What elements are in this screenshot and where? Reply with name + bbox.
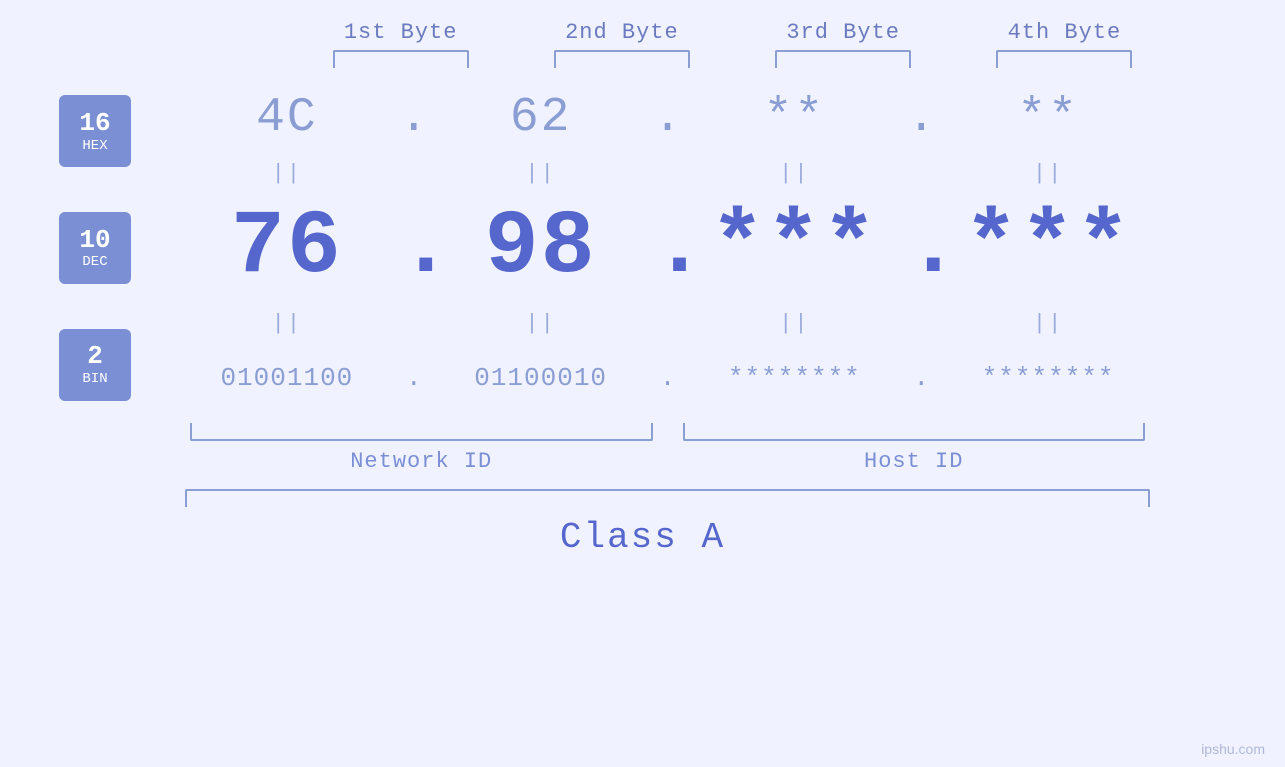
bracket-byte4 <box>974 50 1155 68</box>
hex-dec-separator: || || || || <box>180 158 1155 188</box>
class-label-row: Class A <box>0 517 1285 558</box>
dec-badge-number: 10 <box>79 226 110 255</box>
byte4-header: 4th Byte <box>974 20 1155 45</box>
dec-badge-label: DEC <box>82 254 107 270</box>
dec-b3: *** <box>710 197 878 299</box>
dec-dot3: . <box>906 197 936 299</box>
hex-b1: 4C <box>256 91 318 145</box>
hex-dot2: . <box>653 91 683 145</box>
host-id-label: Host ID <box>673 449 1156 474</box>
bin-b3: ******** <box>728 363 861 393</box>
bin-b4: ******** <box>982 363 1115 393</box>
hex-b4: ** <box>1017 91 1079 145</box>
bracket-byte2 <box>531 50 712 68</box>
bottom-brackets <box>0 423 1285 441</box>
hex-badge-number: 16 <box>79 109 110 138</box>
byte3-header: 3rd Byte <box>753 20 934 45</box>
bin-badge-label: BIN <box>82 371 107 387</box>
class-label: Class A <box>560 517 725 558</box>
dec-row: 76 . 98 . *** . *** <box>180 188 1155 308</box>
dec-dot1: . <box>399 197 429 299</box>
dec-b1: 76 <box>231 197 343 299</box>
host-id-bracket <box>683 423 1146 441</box>
bin-b1: 01001100 <box>220 363 353 393</box>
hex-row: 4C . 62 . ** . ** <box>180 78 1155 158</box>
byte2-header: 2nd Byte <box>531 20 712 45</box>
bin-b2: 01100010 <box>474 363 607 393</box>
bin-dot1: . <box>399 363 429 393</box>
byte1-header: 1st Byte <box>310 20 491 45</box>
network-id-bracket <box>190 423 653 441</box>
bracket-byte1 <box>310 50 491 68</box>
hex-dot3: . <box>906 91 936 145</box>
hex-b2: 62 <box>510 91 572 145</box>
class-bracket-line <box>185 489 1150 507</box>
network-id-label: Network ID <box>180 449 663 474</box>
dec-b4: *** <box>964 197 1132 299</box>
id-labels-row: Network ID Host ID <box>0 449 1285 474</box>
dec-bin-separator: || || || || <box>180 308 1155 338</box>
bin-row: 01001100 . 01100010 . ******** . <box>180 338 1155 418</box>
bracket-byte3 <box>753 50 934 68</box>
hex-b3: ** <box>764 91 826 145</box>
hex-badge: 16 HEX <box>59 95 131 167</box>
bin-badge: 2 BIN <box>59 329 131 401</box>
bin-dot2: . <box>653 363 683 393</box>
data-grid: 4C . 62 . ** . ** <box>180 78 1155 418</box>
watermark: ipshu.com <box>1201 741 1265 757</box>
bin-dot3: . <box>906 363 936 393</box>
dec-dot2: . <box>653 197 683 299</box>
badges-column: 16 HEX 10 DEC 2 BIN <box>0 78 180 418</box>
dec-badge: 10 DEC <box>59 212 131 284</box>
class-bracket-row <box>0 489 1285 507</box>
hex-badge-label: HEX <box>82 138 107 154</box>
bin-badge-number: 2 <box>87 342 103 371</box>
dec-b2: 98 <box>485 197 597 299</box>
hex-dot1: . <box>399 91 429 145</box>
